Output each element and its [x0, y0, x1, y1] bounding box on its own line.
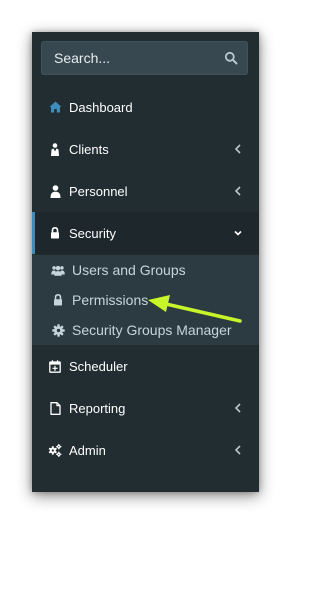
chevron-left-icon	[234, 186, 241, 196]
search-icon[interactable]	[224, 51, 238, 65]
sidebar-item-label: Scheduler	[69, 358, 128, 374]
lock-icon	[48, 226, 62, 240]
sidebar-item-personnel[interactable]: Personnel	[32, 170, 259, 212]
user-tie-icon	[48, 142, 62, 156]
user-icon	[48, 184, 62, 198]
submenu-item-label: Users and Groups	[72, 262, 186, 278]
submenu-item-label: Permissions	[72, 292, 149, 308]
sidebar-item-label: Personnel	[69, 183, 128, 199]
search-input[interactable]	[41, 41, 224, 75]
calendar-plus-icon	[48, 359, 62, 373]
security-submenu: Users and Groups Permissions Security Gr…	[32, 255, 259, 345]
users-icon	[51, 263, 65, 277]
sidebar-item-label: Dashboard	[69, 99, 133, 115]
file-icon	[48, 401, 62, 415]
submenu-item-users-groups[interactable]: Users and Groups	[32, 255, 259, 285]
sidebar-item-reporting[interactable]: Reporting	[32, 387, 259, 429]
sidebar-item-label: Admin	[69, 442, 106, 458]
sidebar: Dashboard Clients Personnel	[32, 32, 259, 492]
sidebar-item-label: Clients	[69, 141, 109, 157]
chevron-left-icon	[234, 144, 241, 154]
sidebar-item-label: Security	[69, 225, 116, 241]
sidebar-item-security[interactable]: Security	[32, 212, 259, 254]
gear-icon	[51, 323, 65, 337]
sidebar-search	[41, 41, 248, 75]
lock-icon	[51, 293, 65, 307]
submenu-item-security-groups-manager[interactable]: Security Groups Manager	[32, 315, 259, 345]
sidebar-item-admin[interactable]: Admin	[32, 429, 259, 471]
chevron-left-icon	[234, 445, 241, 455]
submenu-item-label: Security Groups Manager	[72, 322, 232, 338]
sidebar-item-label: Reporting	[69, 400, 126, 416]
sidebar-item-scheduler[interactable]: Scheduler	[32, 345, 259, 387]
chevron-left-icon	[234, 403, 241, 413]
submenu-item-permissions[interactable]: Permissions	[32, 285, 259, 315]
sidebar-item-clients[interactable]: Clients	[32, 128, 259, 170]
chevron-down-icon	[234, 230, 242, 236]
home-icon	[48, 100, 62, 114]
sidebar-item-dashboard[interactable]: Dashboard	[32, 86, 259, 128]
cogs-icon	[48, 443, 62, 457]
